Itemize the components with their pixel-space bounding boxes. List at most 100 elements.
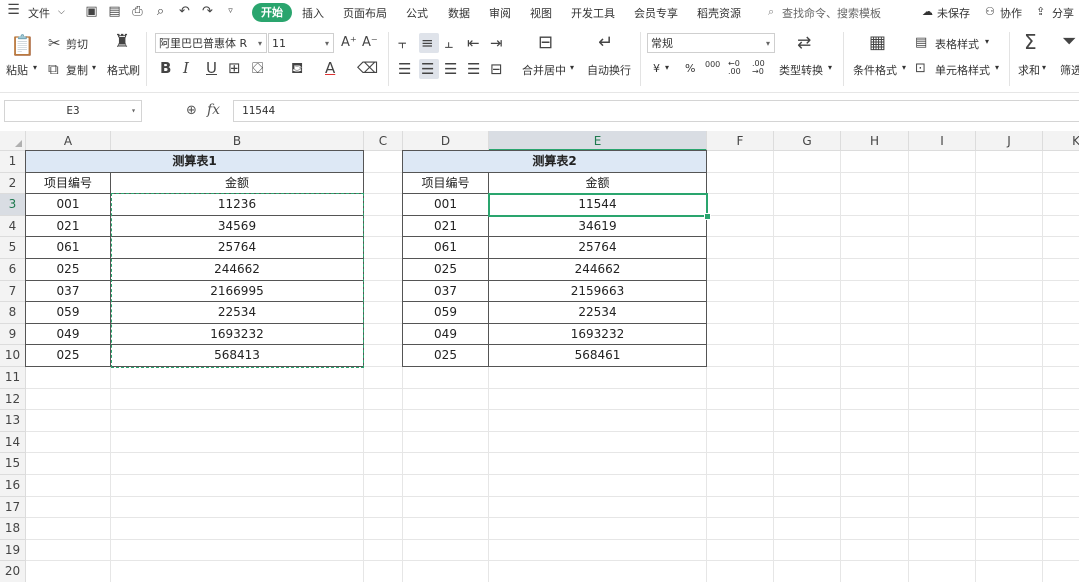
redo-icon[interactable]: ↷ [200,4,215,19]
table2-cell-id[interactable]: 037 [403,280,489,303]
undo-icon[interactable]: ↶ [177,4,192,19]
print-icon[interactable]: ⎙ [130,4,145,19]
select-all-corner[interactable] [0,131,26,151]
table2-cell-id[interactable]: 059 [403,302,489,324]
table1-cell-amount[interactable]: 34569 [111,215,364,238]
font-color-icon[interactable]: ⛾ [291,60,303,76]
command-search-input[interactable]: 查找命令、搜索模板 [782,5,881,21]
cut-icon[interactable]: ✂ [48,35,61,51]
table2-cell-amount[interactable]: 22534 [489,302,707,324]
table2-cell-id[interactable]: 021 [403,215,489,238]
fill-handle[interactable] [704,212,711,220]
align-left-icon[interactable]: ☰ [398,61,411,77]
column-header-h[interactable]: H [841,131,909,151]
table2-cell-amount[interactable]: 244662 [489,259,707,281]
row-header-9[interactable]: 9 [0,323,26,346]
active-cell-e3[interactable] [488,193,708,217]
row-header-3[interactable]: 3 [0,194,26,216]
table1-cell-id[interactable]: 021 [26,215,111,238]
cut-button[interactable]: 剪切 [66,36,88,52]
merge-dropdown-icon[interactable]: ▾ [570,63,574,72]
row-header-18[interactable]: 18 [0,518,26,540]
row-header-2[interactable]: 2 [0,172,26,195]
formula-input[interactable]: 11544 [233,100,1079,122]
align-middle-icon[interactable]: ≡ [421,35,434,51]
conditional-format-icon[interactable]: ▦ [869,34,886,52]
justify-icon[interactable]: ☰ [467,61,480,77]
collab-button[interactable]: 协作 [1000,5,1022,21]
increase-font-icon[interactable]: A⁺ [341,35,357,51]
copy-dropdown-icon[interactable]: ▾ [92,63,96,72]
align-top-icon[interactable]: ⫟ [398,35,407,51]
name-box[interactable]: E3 ▾ [4,100,142,122]
row-header-13[interactable]: 13 [0,410,26,432]
type-convert-button[interactable]: 类型转换 [779,62,823,78]
percent-button[interactable]: % [685,62,695,75]
tab-review[interactable]: 审阅 [489,5,511,21]
align-bottom-icon[interactable]: ⫠ [444,35,453,51]
table-style-dropdown-icon[interactable]: ▾ [985,37,989,46]
sum-icon[interactable]: Σ [1024,32,1037,52]
column-header-c[interactable]: C [364,131,403,151]
menu-file[interactable]: 文件 [28,5,50,21]
conditional-format-button[interactable]: 条件格式 [853,62,897,78]
hamburger-icon[interactable]: ☰ [6,3,21,18]
table1-cell-id[interactable]: 001 [26,194,111,216]
table2-cell-amount[interactable]: 568461 [489,345,707,367]
row-header-4[interactable]: 4 [0,215,26,238]
column-header-j[interactable]: J [976,131,1043,151]
table2-cell-amount[interactable]: 1693232 [489,323,707,346]
currency-dropdown-icon[interactable]: ▾ [665,63,669,72]
table1-cell-amount[interactable]: 25764 [111,237,364,259]
tab-formulas[interactable]: 公式 [406,5,428,21]
decrease-decimal-button[interactable]: .00 →0 [752,60,772,76]
format-painter-icon[interactable]: ♜ [114,33,130,51]
table1-cell-amount[interactable]: 2166995 [111,280,364,303]
share-button[interactable]: 分享 [1052,5,1074,21]
number-format-select[interactable]: 常规 ▾ [647,33,775,53]
table1-cell-amount[interactable]: 568413 [111,345,364,367]
tab-page-layout[interactable]: 页面布局 [343,5,387,21]
clear-format-icon[interactable]: ⌫ [357,60,378,76]
table2-cell-amount[interactable]: 2159663 [489,280,707,303]
table1-cell-amount[interactable]: 1693232 [111,323,364,346]
row-header-10[interactable]: 10 [0,345,26,367]
row-header-15[interactable]: 15 [0,453,26,475]
table2-cell-id[interactable]: 061 [403,237,489,259]
font-name-select[interactable]: 阿里巴巴普惠体 R ▾ [155,33,267,53]
table2-cell-id[interactable]: 025 [403,345,489,367]
merge-center-icon[interactable]: ⊟ [538,34,553,52]
column-header-e[interactable]: E [489,131,707,151]
filter-button[interactable]: 筛选 [1060,62,1079,78]
table1-cell-id[interactable]: 061 [26,237,111,259]
table1-cell-id[interactable]: 059 [26,302,111,324]
paste-dropdown-icon[interactable]: ▾ [33,63,37,72]
increase-decimal-button[interactable]: ←0 .00 [728,60,748,76]
table1-cell-id[interactable]: 037 [26,280,111,303]
row-header-7[interactable]: 7 [0,280,26,303]
table1-cell-amount[interactable]: 11236 [111,194,364,216]
tab-view[interactable]: 视图 [530,5,552,21]
format-painter-button[interactable]: 格式刷 [107,62,140,78]
row-header-16[interactable]: 16 [0,475,26,497]
table1-cell-id[interactable]: 025 [26,345,111,367]
print-preview-icon[interactable]: ⌕ [153,4,168,19]
column-header-i[interactable]: I [909,131,976,151]
border-icon[interactable]: ⊞ [228,60,241,76]
tab-data[interactable]: 数据 [448,5,470,21]
distributed-icon[interactable]: ⊟ [490,61,503,77]
table2-cell-id[interactable]: 049 [403,323,489,346]
table1-cell-id[interactable]: 049 [26,323,111,346]
wrap-text-button[interactable]: 自动换行 [587,62,631,78]
row-header-6[interactable]: 6 [0,259,26,281]
save-icon[interactable]: ▣ [84,4,99,19]
fx-icon[interactable]: fx [207,102,220,118]
bold-icon[interactable]: B [160,60,171,76]
cell-style-dropdown-icon[interactable]: ▾ [995,63,999,72]
table1-cell-amount[interactable]: 244662 [111,259,364,281]
copy-icon[interactable]: ⧉ [48,61,59,77]
cell-style-icon[interactable]: ⊡ [915,61,926,77]
column-header-g[interactable]: G [774,131,841,151]
table2-cell-amount[interactable]: 25764 [489,237,707,259]
table1-cell-amount[interactable]: 22534 [111,302,364,324]
